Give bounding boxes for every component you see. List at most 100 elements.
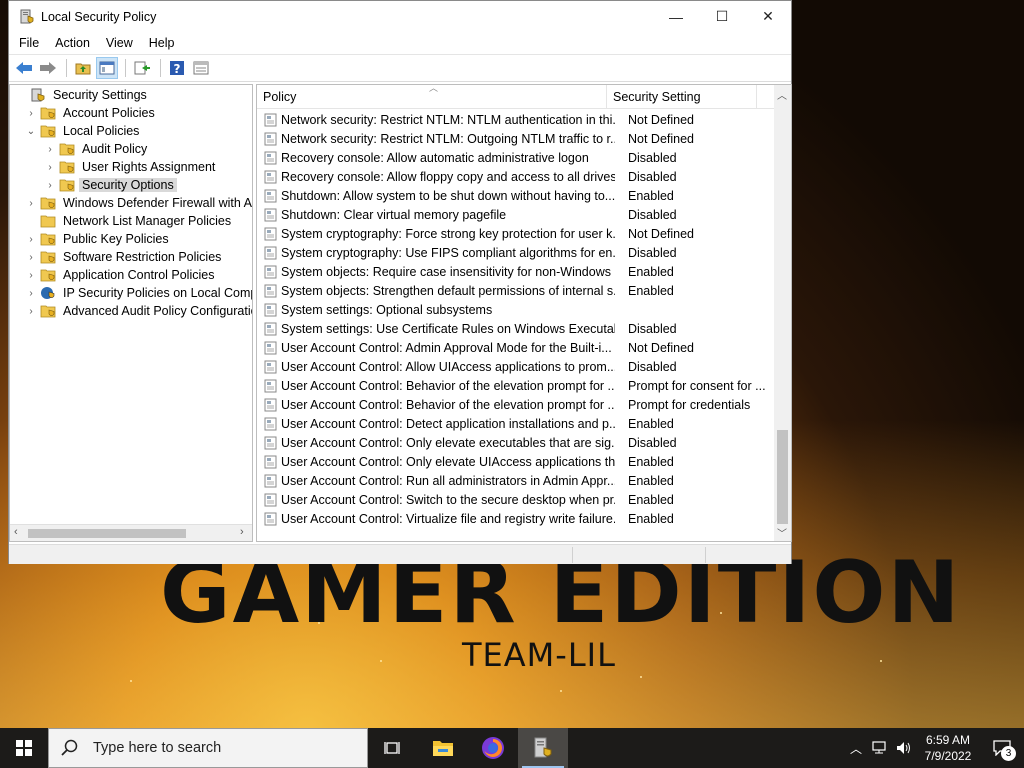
policy-row[interactable]: Recovery console: Allow floppy copy and … xyxy=(257,167,775,186)
policy-icon xyxy=(264,151,277,164)
notification-count-badge: 3 xyxy=(1001,746,1016,761)
network-button[interactable] xyxy=(868,728,892,768)
policy-row[interactable]: User Account Control: Behavior of the el… xyxy=(257,395,775,414)
menu-action[interactable]: Action xyxy=(47,36,98,50)
policy-row[interactable]: User Account Control: Admin Approval Mod… xyxy=(257,338,775,357)
policy-row[interactable]: System settings: Use Certificate Rules o… xyxy=(257,319,775,338)
tree-scroll-thumb[interactable] xyxy=(28,529,186,538)
file-explorer-icon xyxy=(433,741,453,756)
tree-item[interactable]: › IP Security Policies on Local Compute xyxy=(24,284,252,302)
list-scroll-thumb[interactable] xyxy=(777,430,788,524)
taskbar-search-box[interactable]: Type here to search xyxy=(48,728,368,768)
tree-item[interactable]: › Audit Policy xyxy=(43,140,150,158)
scroll-right-icon[interactable]: › xyxy=(240,526,244,538)
maximize-button[interactable]: ☐ xyxy=(699,2,745,32)
local-security-policy-taskbar-button[interactable] xyxy=(518,728,568,768)
expand-right-icon[interactable]: › xyxy=(24,270,38,281)
tree-item[interactable]: › Public Key Policies xyxy=(24,230,172,248)
list-header: Policy Security Setting ︿ xyxy=(257,85,775,109)
taskbar-clock[interactable]: 6:59 AM 7/9/2022 xyxy=(916,732,980,764)
expand-right-icon[interactable]: › xyxy=(24,288,38,299)
policy-row[interactable]: User Account Control: Behavior of the el… xyxy=(257,376,775,395)
export-list-button[interactable] xyxy=(131,57,153,79)
action-center-button[interactable]: 3 xyxy=(980,728,1024,768)
task-view-icon xyxy=(384,742,400,754)
policy-row[interactable]: User Account Control: Detect application… xyxy=(257,414,775,433)
scroll-left-icon[interactable]: ‹ xyxy=(14,526,18,538)
policy-row[interactable]: User Account Control: Allow UIAccess app… xyxy=(257,357,775,376)
policy-row[interactable]: Shutdown: Clear virtual memory pagefile D… xyxy=(257,205,775,224)
properties-button[interactable] xyxy=(190,57,212,79)
help-button[interactable]: ? xyxy=(166,57,188,79)
folder-icon xyxy=(40,233,56,246)
forward-button[interactable] xyxy=(37,57,59,79)
policy-row[interactable]: User Account Control: Only elevate UIAcc… xyxy=(257,452,775,471)
policy-setting: Not Defined xyxy=(628,112,695,127)
policy-row[interactable]: User Account Control: Switch to the secu… xyxy=(257,490,775,509)
policy-row[interactable]: System settings: Optional subsystems xyxy=(257,300,775,319)
tree-item[interactable]: Security Settings xyxy=(14,86,150,104)
back-button[interactable] xyxy=(13,57,35,79)
expand-right-icon[interactable]: › xyxy=(43,180,57,191)
title-bar[interactable]: Local Security Policy — ☐ ✕ xyxy=(9,1,791,32)
firefox-button[interactable] xyxy=(468,728,518,768)
expand-right-icon[interactable]: › xyxy=(24,252,38,263)
toolbar-separator xyxy=(125,59,126,77)
menu-help[interactable]: Help xyxy=(141,36,183,50)
policy-row[interactable]: Recovery console: Allow automatic admini… xyxy=(257,148,775,167)
tree-item[interactable]: ⌄ Local Policies xyxy=(24,122,142,140)
policy-row[interactable]: User Account Control: Only elevate execu… xyxy=(257,433,775,452)
policy-row[interactable]: Shutdown: Allow system to be shut down w… xyxy=(257,186,775,205)
policy-row[interactable]: System cryptography: Use FIPS compliant … xyxy=(257,243,775,262)
show-hide-console-tree-button[interactable] xyxy=(96,57,118,79)
tree-item-label: Network List Manager Policies xyxy=(63,214,232,228)
policy-name: System settings: Optional subsystems xyxy=(281,302,493,317)
tree-item[interactable]: › User Rights Assignment xyxy=(43,158,218,176)
folder-icon xyxy=(59,161,75,174)
policy-setting: Disabled xyxy=(628,359,677,374)
tree-item[interactable]: › Software Restriction Policies xyxy=(24,248,224,266)
scroll-down-icon[interactable]: ﹀ xyxy=(777,525,787,540)
tree-horizontal-scrollbar[interactable]: ‹ › xyxy=(10,524,252,541)
expand-right-icon[interactable]: › xyxy=(24,306,38,317)
local-security-policy-window: Local Security Policy — ☐ ✕ File Action … xyxy=(8,0,792,564)
column-security-setting[interactable]: Security Setting xyxy=(607,85,757,109)
policy-row[interactable]: User Account Control: Run all administra… xyxy=(257,471,775,490)
policy-name: Recovery console: Allow automatic admini… xyxy=(281,150,589,165)
list-vertical-scrollbar[interactable]: ︿ ﹀ xyxy=(774,85,791,541)
folder-icon xyxy=(40,125,56,138)
show-hidden-icons-button[interactable]: ︿ xyxy=(844,728,868,768)
volume-button[interactable] xyxy=(892,728,916,768)
policy-row[interactable]: Network security: Restrict NTLM: Outgoin… xyxy=(257,129,775,148)
tree-item[interactable]: › Application Control Policies xyxy=(24,266,217,284)
tree-item[interactable]: › Windows Defender Firewall with Adva xyxy=(24,194,252,212)
expand-right-icon[interactable]: › xyxy=(43,162,57,173)
start-button[interactable] xyxy=(0,728,48,768)
scroll-up-icon[interactable]: ︿ xyxy=(777,87,787,102)
close-icon: ✕ xyxy=(762,8,774,24)
minimize-button[interactable]: — xyxy=(653,2,699,32)
tree-item[interactable]: › Advanced Audit Policy Configuration xyxy=(24,302,252,320)
tree-item[interactable]: › Account Policies xyxy=(24,104,158,122)
tree-item[interactable]: › Security Options xyxy=(43,176,177,194)
menu-file[interactable]: File xyxy=(11,36,47,50)
expand-right-icon[interactable]: › xyxy=(24,198,38,209)
expand-right-icon[interactable]: › xyxy=(24,108,38,119)
menu-view[interactable]: View xyxy=(98,36,141,50)
policy-row[interactable]: System objects: Strengthen default permi… xyxy=(257,281,775,300)
policy-row[interactable]: System cryptography: Force strong key pr… xyxy=(257,224,775,243)
file-explorer-button[interactable] xyxy=(418,728,468,768)
policy-setting: Enabled xyxy=(628,264,674,279)
close-button[interactable]: ✕ xyxy=(745,2,791,32)
policy-row[interactable]: System objects: Require case insensitivi… xyxy=(257,262,775,281)
tree-item[interactable]: Network List Manager Policies xyxy=(24,212,234,230)
expand-down-icon[interactable]: ⌄ xyxy=(24,126,38,137)
up-one-level-button[interactable] xyxy=(72,57,94,79)
folder-icon xyxy=(59,179,75,192)
expand-right-icon[interactable]: › xyxy=(24,234,38,245)
policy-row[interactable]: Network security: Restrict NTLM: NTLM au… xyxy=(257,110,775,129)
policy-setting: Enabled xyxy=(628,283,674,298)
task-view-button[interactable] xyxy=(368,728,418,768)
policy-row[interactable]: User Account Control: Virtualize file an… xyxy=(257,509,775,528)
expand-right-icon[interactable]: › xyxy=(43,144,57,155)
